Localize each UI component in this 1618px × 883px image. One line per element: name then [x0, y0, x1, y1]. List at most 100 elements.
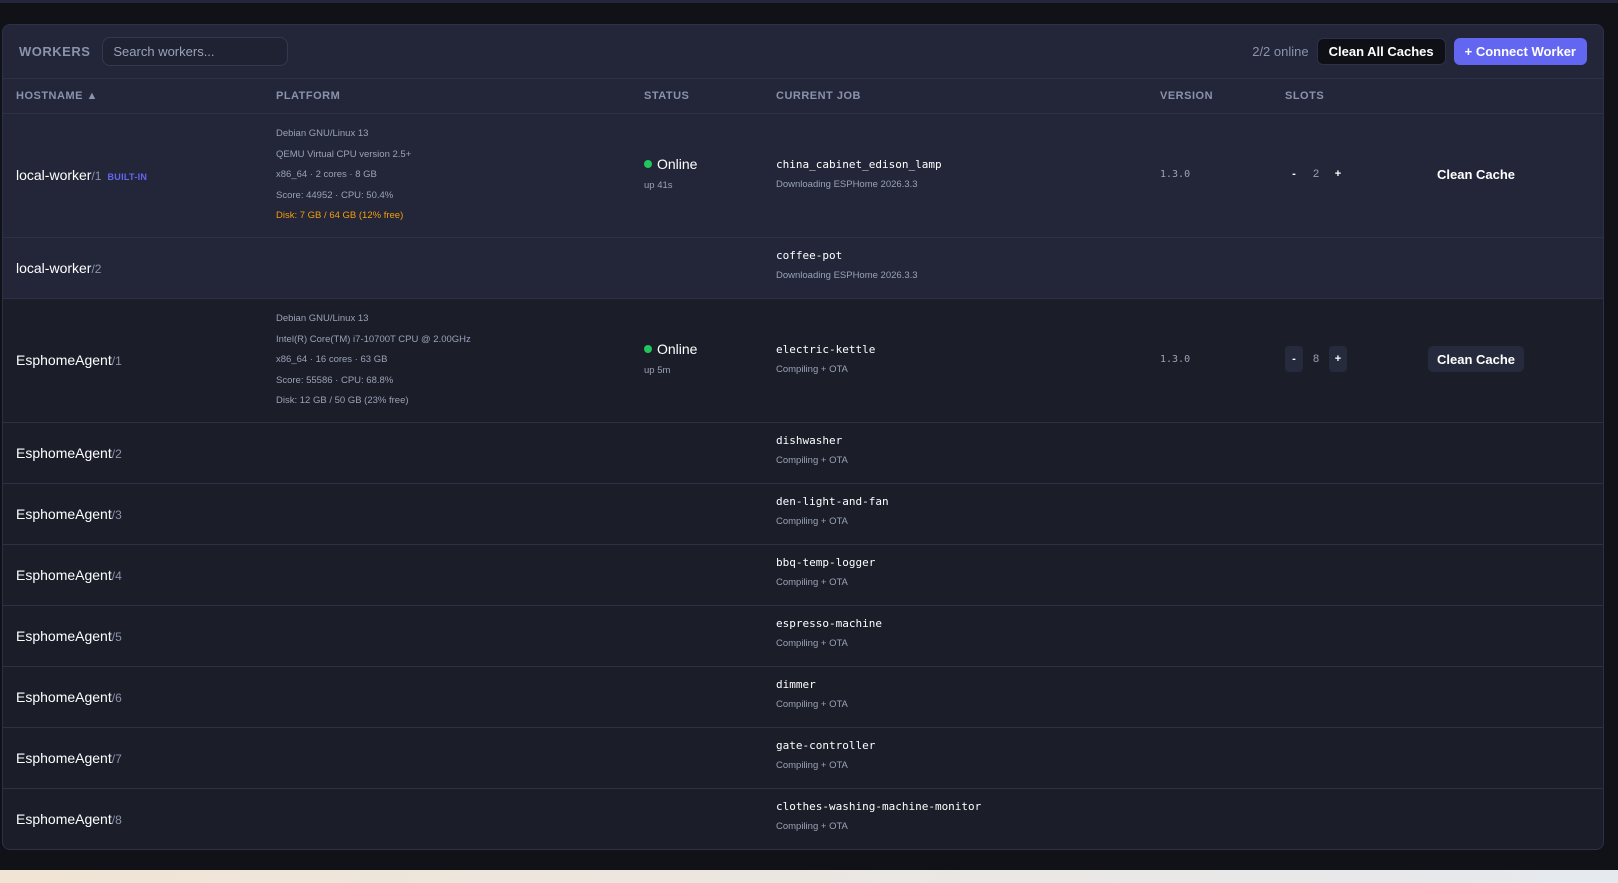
clean-cache-button[interactable]: Clean Cache — [1428, 161, 1524, 187]
uptime: up 41s — [644, 180, 673, 191]
slot-index: /8 — [111, 812, 122, 827]
slots-increment-button[interactable]: + — [1329, 346, 1347, 372]
hostname: EsphomeAgent — [16, 688, 112, 705]
slots-decrement-button[interactable]: - — [1285, 161, 1303, 187]
hostname-cell: EsphomeAgent/7 — [16, 750, 122, 766]
platform-line: QEMU Virtual CPU version 2.5+ — [276, 148, 412, 160]
slots-stepper: -2 + — [1285, 161, 1347, 187]
current-job-cell: bbq-temp-logger Compiling + OTA — [776, 556, 875, 588]
slots-value: 8 — [1312, 353, 1320, 365]
job-status: Downloading ESPHome 2026.3.3 — [776, 270, 918, 281]
current-job-cell: china_cabinet_edison_lamp Downloading ESP… — [776, 158, 942, 190]
slot-index: /1 — [91, 169, 102, 183]
workers-panel: WORKERS 2/2 online Clean All Caches + Co… — [2, 24, 1604, 850]
table-row[interactable]: EsphomeAgent/2 dishwasher Compiling + OTA — [3, 423, 1603, 484]
platform-line: x86_64 · 16 cores · 63 GB — [276, 354, 388, 365]
uptime: up 5m — [644, 365, 671, 376]
table-row[interactable]: EsphomeAgent/7 gate-controller Compiling +… — [3, 728, 1603, 789]
slot-index: /6 — [111, 690, 122, 705]
os-taskbar — [0, 870, 1618, 883]
hostname: EsphomeAgent — [16, 444, 112, 461]
hostname-cell: EsphomeAgent/6 — [16, 689, 122, 705]
platform-line: Score: 55586 · CPU: 68.8% — [276, 374, 394, 386]
table-row[interactable]: EsphomeAgent/5 espresso-machine Compiling … — [3, 606, 1603, 667]
job-status: Compiling + OTA — [776, 364, 848, 375]
job-name[interactable]: dishwasher — [776, 434, 848, 447]
table-row[interactable]: local-worker/1 BUILT-IN Debian GNU/Linux 1… — [3, 114, 1603, 238]
hostname-cell: EsphomeAgent/4 — [16, 567, 122, 583]
hostname: local-worker — [16, 167, 92, 183]
table-row[interactable]: EsphomeAgent/4 bbq-temp-logger Compiling +… — [3, 545, 1603, 606]
hostname-cell: EsphomeAgent/5 — [16, 628, 122, 644]
job-status: Compiling + OTA — [776, 516, 848, 527]
col-status[interactable]: STATUS — [644, 90, 689, 102]
job-name[interactable]: china_cabinet_edison_lamp — [776, 158, 942, 171]
col-version[interactable]: VERSION — [1160, 90, 1213, 102]
platform-line: Debian GNU/Linux 13 — [276, 313, 369, 324]
table-header: HOSTNAME ▲ PLATFORM STATUS CURRENT JOB V… — [3, 79, 1603, 114]
job-status: Compiling + OTA — [776, 455, 848, 466]
slot-index: /7 — [111, 751, 122, 766]
version: 1.3.0 — [1160, 354, 1191, 365]
job-name[interactable]: bbq-temp-logger — [776, 556, 875, 569]
slot-index: /2 — [91, 261, 102, 276]
status-text: Online — [657, 341, 698, 357]
hostname: EsphomeAgent — [16, 566, 112, 583]
table-row[interactable]: EsphomeAgent/1 Debian GNU/Linux 13 Intel(R… — [3, 299, 1603, 423]
platform-line: Score: 44952 · CPU: 50.4% — [276, 189, 394, 201]
slots-decrement-button[interactable]: - — [1285, 346, 1303, 372]
table-row[interactable]: EsphomeAgent/8 clothes-washing-machine-mo… — [3, 789, 1603, 849]
job-name[interactable]: coffee-pot — [776, 249, 918, 262]
status-text: Online — [657, 156, 698, 172]
connect-worker-button[interactable]: + Connect Worker — [1453, 38, 1587, 65]
job-name[interactable]: espresso-machine — [776, 617, 882, 630]
job-status: Compiling + OTA — [776, 577, 848, 588]
hostname: EsphomeAgent — [16, 352, 112, 368]
panel-title: WORKERS — [19, 44, 91, 59]
status-cell: Online up 41s — [644, 156, 697, 191]
current-job-cell: coffee-pot Downloading ESPHome 2026.3.3 — [776, 249, 918, 281]
slot-index: /5 — [111, 629, 122, 644]
current-job-cell: espresso-machine Compiling + OTA — [776, 617, 882, 649]
job-name[interactable]: dimmer — [776, 678, 848, 691]
job-status: Compiling + OTA — [776, 699, 848, 710]
table-body: local-worker/1 BUILT-IN Debian GNU/Linux 1… — [3, 114, 1603, 849]
clean-all-caches-button[interactable]: Clean All Caches — [1316, 38, 1446, 65]
disk-usage: Disk: 12 GB / 50 GB (23% free) — [276, 395, 409, 406]
current-job-cell: den-light-and-fan Compiling + OTA — [776, 495, 889, 527]
hostname-cell: EsphomeAgent/8 — [16, 811, 122, 827]
platform-cell: Debian GNU/Linux 13 Intel(R) Core(TM) i7-… — [276, 309, 471, 412]
status-cell: Online up 5m — [644, 341, 697, 376]
current-job-cell: dishwasher Compiling + OTA — [776, 434, 848, 466]
online-dot-icon — [644, 345, 652, 353]
search-input[interactable] — [102, 37, 289, 66]
job-name[interactable]: clothes-washing-machine-monitor — [776, 800, 981, 813]
col-slots[interactable]: SLOTS — [1285, 90, 1324, 102]
workers-header: WORKERS 2/2 online Clean All Caches + Co… — [3, 25, 1603, 79]
slot-index: /2 — [111, 446, 122, 461]
current-job-cell: dimmer Compiling + OTA — [776, 678, 848, 710]
job-name[interactable]: gate-controller — [776, 739, 875, 752]
platform-line: x86_64 · 2 cores · 8 GB — [276, 169, 377, 180]
table-row[interactable]: EsphomeAgent/3 den-light-and-fan Compiling… — [3, 484, 1603, 545]
table-row[interactable]: EsphomeAgent/6 dimmer Compiling + OTA — [3, 667, 1603, 728]
job-name[interactable]: electric-kettle — [776, 343, 875, 356]
job-name[interactable]: den-light-and-fan — [776, 495, 889, 508]
hostname: EsphomeAgent — [16, 505, 112, 522]
disk-usage: Disk: 7 GB / 64 GB (12% free) — [276, 210, 404, 221]
col-hostname[interactable]: HOSTNAME ▲ — [16, 90, 98, 102]
hostname: EsphomeAgent — [16, 627, 112, 644]
top-border — [0, 0, 1618, 3]
built-in-badge: BUILT-IN — [107, 172, 148, 182]
hostname: EsphomeAgent — [16, 810, 112, 827]
clean-cache-button[interactable]: Clean Cache — [1428, 346, 1525, 372]
hostname-cell: local-worker/1 BUILT-IN — [16, 167, 147, 183]
platform-line: Intel(R) Core(TM) i7-10700T CPU @ 2.00GH… — [276, 333, 471, 345]
col-current-job[interactable]: CURRENT JOB — [776, 90, 861, 102]
col-platform[interactable]: PLATFORM — [276, 90, 340, 102]
hostname: EsphomeAgent — [16, 749, 112, 766]
table-row[interactable]: local-worker/2 coffee-pot Downloading ESPH… — [3, 238, 1603, 299]
current-job-cell: electric-kettle Compiling + OTA — [776, 343, 875, 375]
slots-increment-button[interactable]: + — [1329, 161, 1347, 187]
platform-cell: Debian GNU/Linux 13 QEMU Virtual CPU vers… — [276, 124, 411, 227]
